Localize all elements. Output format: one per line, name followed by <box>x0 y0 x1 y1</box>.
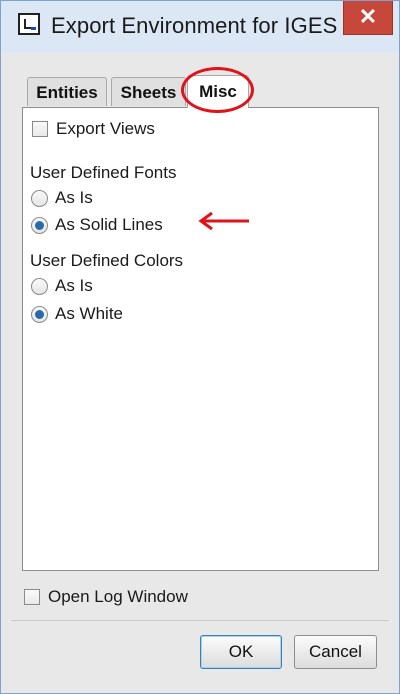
footer-divider <box>11 620 389 621</box>
close-button[interactable]: ✕ <box>343 1 393 35</box>
colors-option-as-white[interactable]: As White <box>31 304 123 324</box>
colors-as-white-radio[interactable] <box>31 305 48 323</box>
fonts-as-solid-lines-label: As Solid Lines <box>55 215 163 234</box>
fonts-option-as-is[interactable]: As Is <box>31 188 93 208</box>
fonts-group-label: User Defined Fonts <box>30 163 177 182</box>
fonts-as-is-radio[interactable] <box>31 189 48 207</box>
colors-as-is-radio[interactable] <box>31 277 48 295</box>
fonts-option-as-solid-lines[interactable]: As Solid Lines <box>31 215 163 235</box>
colors-as-is-label: As Is <box>55 276 93 295</box>
open-log-option[interactable]: Open Log Window <box>24 587 188 607</box>
app-icon <box>18 13 40 35</box>
misc-panel: Export Views User Defined Fonts As Is As… <box>22 107 379 571</box>
fonts-as-solid-lines-radio[interactable] <box>31 216 48 234</box>
export-views-option[interactable]: Export Views <box>32 119 155 139</box>
annotation-circle <box>181 67 254 113</box>
colors-group-label: User Defined Colors <box>30 251 184 270</box>
tab-sheets[interactable]: Sheets <box>111 77 186 106</box>
export-dialog: Export Environment for IGES ✕ Entities S… <box>0 0 400 694</box>
open-log-label: Open Log Window <box>48 587 188 606</box>
fonts-as-is-label: As Is <box>55 188 93 207</box>
export-views-checkbox[interactable] <box>32 121 48 137</box>
colors-as-white-label: As White <box>55 304 124 323</box>
cancel-button[interactable]: Cancel <box>294 635 377 669</box>
window-title: Export Environment for IGES <box>51 13 338 38</box>
tab-entities[interactable]: Entities <box>27 77 107 106</box>
open-log-checkbox[interactable] <box>24 589 40 605</box>
ok-button[interactable]: OK <box>200 635 282 669</box>
title-bar: Export Environment for IGES ✕ <box>1 1 399 53</box>
colors-option-as-is[interactable]: As Is <box>31 276 93 296</box>
export-views-label: Export Views <box>56 119 155 138</box>
annotation-arrow-icon <box>198 211 249 231</box>
